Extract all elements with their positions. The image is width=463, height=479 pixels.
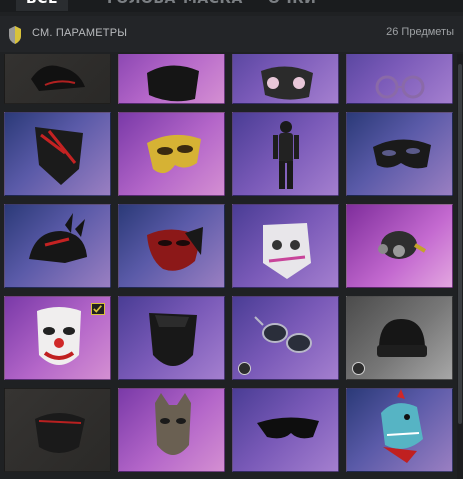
- dino-head-icon: [381, 389, 423, 463]
- cloth-mask-icon: [35, 413, 85, 453]
- item-tile-face-wrap[interactable]: [4, 112, 111, 196]
- item-tile-cap[interactable]: [4, 54, 111, 104]
- item-tile-clown-mask[interactable]: [4, 296, 111, 380]
- filter-bar: СМ. ПАРАМЕТРЫ 26 Предметы: [0, 16, 463, 52]
- item-tile-cartoon-mask[interactable]: [232, 54, 339, 104]
- item-tile-devil-cap[interactable]: [4, 204, 111, 288]
- item-tile-wolf-mask[interactable]: [118, 388, 225, 472]
- gold-mask-icon: [147, 134, 201, 174]
- item-tile-aviator[interactable]: [232, 296, 339, 380]
- item-tile-bandana[interactable]: [118, 54, 225, 104]
- cap-icon: [31, 65, 85, 91]
- scrollbar-thumb[interactable]: [458, 64, 462, 424]
- item-tile-dino-head[interactable]: [346, 388, 453, 472]
- item-count: 26 Предметы: [386, 26, 454, 38]
- tab-glasses[interactable]: ОЧКИ: [268, 0, 316, 11]
- category-tabs: ВСЁ ГОЛОВА МАСКА ОЧКИ: [0, 0, 463, 12]
- filter-label[interactable]: СМ. ПАРАМЕТРЫ: [32, 27, 127, 39]
- filter-icon[interactable]: [8, 26, 22, 44]
- face-wrap-icon: [35, 127, 83, 185]
- eye-mask-icon: [373, 139, 431, 169]
- item-tile-face-cover[interactable]: [118, 296, 225, 380]
- item-tile-eye-mask[interactable]: [346, 112, 453, 196]
- scrollbar[interactable]: [457, 54, 463, 479]
- item-tile-gold-mask[interactable]: [118, 112, 225, 196]
- clock-icon: [238, 362, 251, 375]
- tab-mask[interactable]: МАСКА: [183, 0, 243, 11]
- tab-all[interactable]: ВСЁ: [16, 0, 69, 11]
- gas-mask-icon: [378, 231, 427, 259]
- sport-glasses-icon: [257, 417, 319, 439]
- item-tile-beanie[interactable]: [346, 296, 453, 380]
- tab-head[interactable]: ГОЛОВА: [107, 0, 176, 11]
- item-tile-cyber-mask[interactable]: [232, 204, 339, 288]
- devil-cap-icon: [29, 213, 87, 263]
- item-tile-outfit[interactable]: [232, 112, 339, 196]
- equipped-check-icon: [91, 303, 105, 315]
- item-grid: [0, 54, 463, 479]
- cyber-mask-icon: [263, 223, 311, 279]
- bandana-icon: [147, 65, 199, 102]
- item-tile-cloth-mask[interactable]: [4, 388, 111, 472]
- face-cover-icon: [149, 313, 197, 366]
- glasses-icon: [375, 75, 425, 99]
- item-tile-gas-mask[interactable]: [346, 204, 453, 288]
- item-tile-round-glasses[interactable]: [346, 54, 453, 104]
- wolf-mask-icon: [155, 393, 191, 455]
- outfit-icon: [273, 121, 299, 189]
- red-mask-icon: [147, 227, 203, 271]
- item-tile-red-mask[interactable]: [118, 204, 225, 288]
- clock-icon: [352, 362, 365, 375]
- item-tile-sport-glasses[interactable]: [232, 388, 339, 472]
- cartoon-mask-icon: [261, 66, 313, 100]
